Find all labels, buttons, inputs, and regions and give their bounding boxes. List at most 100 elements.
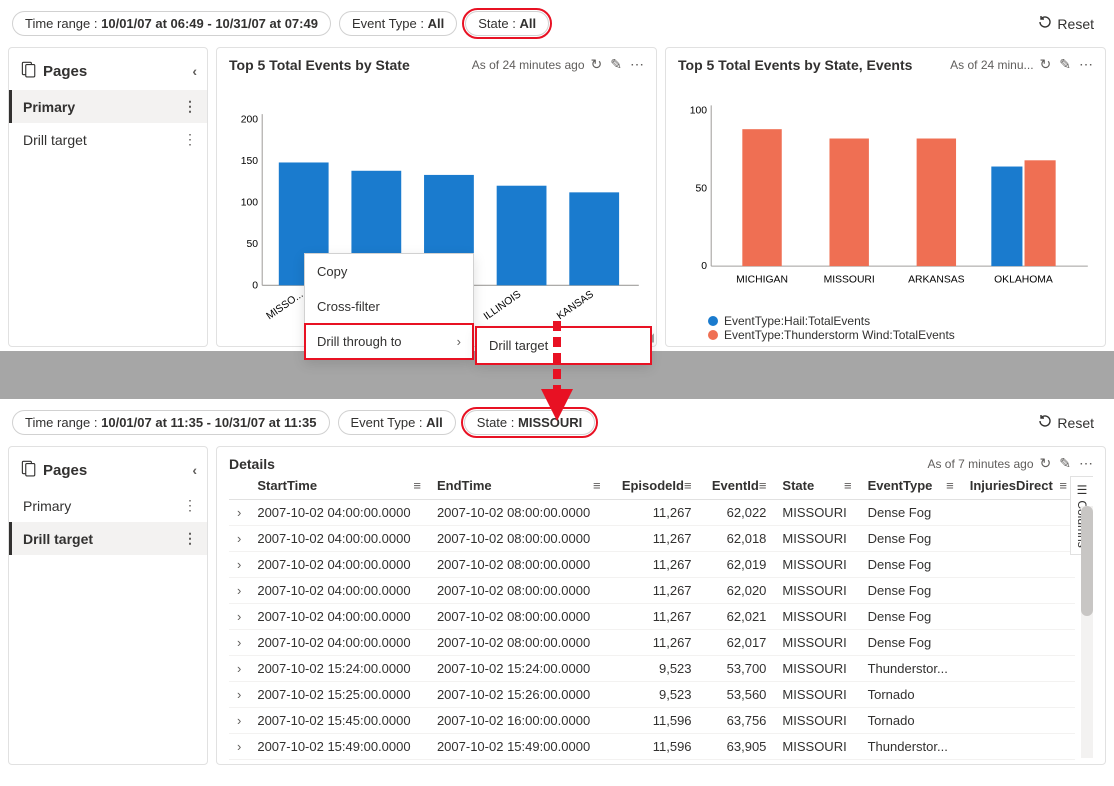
col-state[interactable]: State≡ [774, 472, 859, 500]
collapse-pages-icon[interactable]: ‹ [192, 63, 197, 79]
edit-icon[interactable]: ✎ [1059, 455, 1071, 472]
table-row[interactable]: ›2007-10-02 04:00:00.00002007-10-02 08:0… [229, 604, 1075, 630]
filter-time-range[interactable]: Time range : 10/01/07 at 06:49 - 10/31/0… [12, 11, 331, 36]
cell-injuries [962, 526, 1075, 552]
drill-arrow-icon [537, 321, 577, 421]
table-row[interactable]: ›2007-10-02 04:00:00.00002007-10-02 08:0… [229, 630, 1075, 656]
more-icon[interactable]: ⋯ [630, 56, 644, 73]
col-episodeid[interactable]: EpisodeId ≡ [609, 472, 700, 500]
filter-state[interactable]: State : All [465, 11, 549, 36]
expand-row-icon[interactable]: › [229, 552, 249, 578]
chart-area[interactable]: 0 50 100 MICHIGAN MISSOURI ARKANSAS [678, 73, 1093, 314]
col-starttime[interactable]: StartTime≡ [249, 472, 429, 500]
reset-button[interactable]: Reset [1029, 409, 1102, 436]
expand-row-icon[interactable]: › [229, 734, 249, 760]
table-row[interactable]: ›2007-10-02 15:24:00.00002007-10-02 15:2… [229, 656, 1075, 682]
reset-button[interactable]: Reset [1029, 10, 1102, 37]
table-header-row: StartTime≡ EndTime≡ EpisodeId ≡ EventId … [229, 472, 1075, 500]
cell-starttime: 2007-10-02 15:24:00.0000 [249, 656, 429, 682]
refresh-icon[interactable]: ↻ [1040, 56, 1052, 73]
table-row[interactable]: ›2007-10-02 04:00:00.00002007-10-02 08:0… [229, 500, 1075, 526]
filter-bar: Time range : 10/01/07 at 06:49 - 10/31/0… [8, 4, 1106, 47]
pages-header: Pages ‹ [9, 451, 207, 489]
page-item-primary[interactable]: Primary ⋮ [9, 489, 207, 522]
expand-row-icon[interactable]: › [229, 604, 249, 630]
filter-time-range[interactable]: Time range : 10/01/07 at 11:35 - 10/31/0… [12, 410, 330, 435]
col-label: EventType [868, 478, 933, 493]
tile-top5-by-state-events: Top 5 Total Events by State, Events As o… [665, 47, 1106, 347]
col-endtime[interactable]: EndTime≡ [429, 472, 609, 500]
more-icon[interactable]: ⋯ [1079, 455, 1093, 472]
refresh-icon[interactable]: ↻ [591, 56, 603, 73]
table-row[interactable]: ›2007-10-02 15:25:00.00002007-10-02 15:2… [229, 682, 1075, 708]
table-row[interactable]: ›2007-10-02 04:00:00.00002007-10-02 08:0… [229, 526, 1075, 552]
reset-icon [1037, 14, 1053, 33]
column-menu-icon[interactable]: ≡ [844, 478, 852, 493]
scrollbar-track[interactable] [1081, 506, 1093, 758]
page-more-icon[interactable]: ⋮ [183, 497, 197, 514]
col-eventid[interactable]: EventId ≡ [700, 472, 775, 500]
col-eventtype[interactable]: EventType ≡ [860, 472, 962, 500]
page-item-primary[interactable]: Primary ⋮ [9, 90, 207, 123]
page-item-drill-target[interactable]: Drill target ⋮ [9, 522, 207, 555]
chart-area[interactable]: 0 50 100 150 200 MISSO. [229, 73, 644, 342]
pages-title: Pages [43, 63, 87, 80]
column-menu-icon[interactable]: ≡ [946, 478, 954, 493]
cell-endtime: 2007-10-02 15:49:00.0000 [429, 734, 609, 760]
ctx-drill-through[interactable]: Drill through to › [305, 324, 473, 359]
page-more-icon[interactable]: ⋮ [183, 530, 197, 547]
expand-row-icon[interactable]: › [229, 708, 249, 734]
svg-text:0: 0 [252, 280, 258, 291]
pages-sidebar: Pages ‹ Primary ⋮ Drill target ⋮ [8, 446, 208, 765]
ctx-copy[interactable]: Copy [305, 254, 473, 289]
column-menu-icon[interactable]: ≡ [684, 478, 692, 493]
expand-row-icon[interactable]: › [229, 578, 249, 604]
col-injuries[interactable]: InjuriesDirect ≡ [962, 472, 1075, 500]
svg-text:OKLAHOMA: OKLAHOMA [994, 275, 1053, 286]
scrollbar-thumb[interactable] [1081, 506, 1093, 616]
column-menu-icon[interactable]: ≡ [593, 478, 601, 493]
cell-state: MISSOURI [774, 604, 859, 630]
expand-row-icon[interactable]: › [229, 630, 249, 656]
more-icon[interactable]: ⋯ [1079, 56, 1093, 73]
ctx-cross-filter[interactable]: Cross-filter [305, 289, 473, 324]
table-row[interactable]: ›2007-10-02 15:45:00.00002007-10-02 16:0… [229, 708, 1075, 734]
edit-icon[interactable]: ✎ [1059, 56, 1071, 73]
refresh-icon[interactable]: ↻ [1040, 455, 1052, 472]
column-menu-icon[interactable]: ≡ [759, 478, 767, 493]
page-item-drill-target[interactable]: Drill target ⋮ [9, 123, 207, 156]
cell-endtime: 2007-10-02 08:00:00.0000 [429, 500, 609, 526]
page-more-icon[interactable]: ⋮ [183, 131, 197, 148]
filter-event-type[interactable]: Event Type : All [338, 410, 456, 435]
expand-row-icon[interactable]: › [229, 526, 249, 552]
cell-injuries [962, 578, 1075, 604]
filter-state-label: State : [478, 16, 516, 31]
tile-asof: As of 24 minutes ago [472, 58, 585, 72]
cell-injuries [962, 734, 1075, 760]
table-row[interactable]: ›2007-10-02 15:49:00.00002007-10-02 15:4… [229, 734, 1075, 760]
expand-row-icon[interactable]: › [229, 500, 249, 526]
expand-row-icon[interactable]: › [229, 656, 249, 682]
reset-label: Reset [1057, 415, 1094, 431]
cell-endtime: 2007-10-02 08:00:00.0000 [429, 578, 609, 604]
cell-endtime: 2007-10-02 08:00:00.0000 [429, 630, 609, 656]
table-row[interactable]: ›2007-10-02 04:00:00.00002007-10-02 08:0… [229, 552, 1075, 578]
filter-time-label: Time range : [25, 16, 98, 31]
edit-icon[interactable]: ✎ [610, 56, 622, 73]
svg-text:50: 50 [247, 239, 259, 250]
cell-starttime: 2007-10-02 15:49:00.0000 [249, 734, 429, 760]
cell-starttime: 2007-10-02 04:00:00.0000 [249, 552, 429, 578]
cell-eventtype: Thunderstor... [860, 734, 962, 760]
expand-row-icon[interactable]: › [229, 682, 249, 708]
page-label: Drill target [23, 132, 87, 148]
collapse-pages-icon[interactable]: ‹ [192, 462, 197, 478]
svg-text:50: 50 [696, 183, 708, 194]
page-more-icon[interactable]: ⋮ [183, 98, 197, 115]
table-row[interactable]: ›2007-10-02 04:00:00.00002007-10-02 08:0… [229, 578, 1075, 604]
column-menu-icon[interactable]: ≡ [413, 478, 421, 493]
column-menu-icon[interactable]: ≡ [1059, 478, 1067, 493]
svg-text:0: 0 [701, 261, 707, 272]
cell-eventid: 53,560 [700, 682, 775, 708]
cell-eventid: 62,022 [700, 500, 775, 526]
filter-event-type[interactable]: Event Type : All [339, 11, 457, 36]
